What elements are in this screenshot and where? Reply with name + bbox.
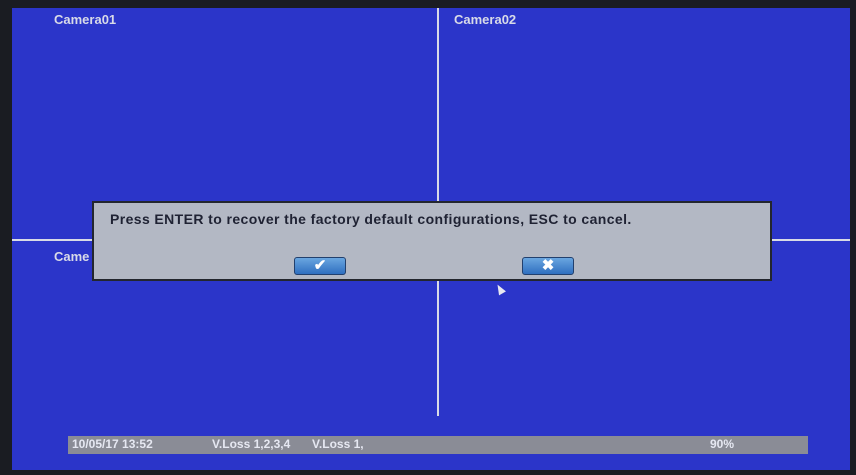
status-datetime: 10/05/17 13:52: [72, 437, 153, 451]
checkmark-icon: ✔: [313, 257, 327, 274]
confirm-button[interactable]: ✔: [294, 257, 346, 275]
status-bar: 10/05/17 13:52 V.Loss 1,2,3,4 V.Loss 1, …: [68, 436, 808, 454]
mouse-cursor-icon: [494, 282, 506, 296]
factory-reset-dialog: Press ENTER to recover the factory defau…: [92, 201, 772, 281]
camera-label-1: Camera01: [54, 12, 117, 27]
status-video-loss-all: V.Loss 1,2,3,4: [212, 437, 291, 451]
monitor-frame: Camera01 Camera02 Camera03 Press ENTER t…: [0, 0, 856, 475]
status-video-loss-single: V.Loss 1,: [312, 437, 364, 451]
camera-label-3: Camera03: [54, 249, 90, 264]
camera-label-2: Camera02: [454, 12, 517, 27]
dvr-screen: Camera01 Camera02 Camera03 Press ENTER t…: [12, 8, 850, 470]
cancel-button[interactable]: ✖: [522, 257, 574, 275]
status-percent: 90%: [710, 437, 735, 451]
dialog-message: Press ENTER to recover the factory defau…: [110, 211, 632, 227]
close-icon: ✖: [541, 257, 555, 274]
